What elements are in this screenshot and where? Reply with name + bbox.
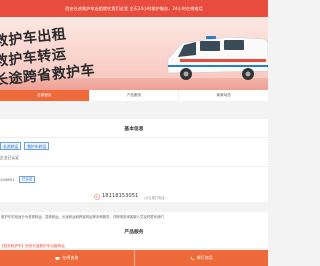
tab-news[interactable]: 商家动态: [178, 90, 268, 101]
store-tabs: 店铺首页 产品服务 商家动态: [0, 90, 268, 101]
phone-icon: [190, 256, 195, 260]
service-tag: 救护车转运: [24, 142, 50, 150]
divider: [0, 137, 268, 138]
hero-banner: 救护车出租 救护车转运 长途跨省救护车: [0, 17, 268, 90]
service-tags: 长途转运 救护车转运: [0, 142, 50, 150]
tab-home[interactable]: 店铺首页: [0, 90, 89, 101]
products-title: 产品服务: [124, 230, 144, 235]
tab-products[interactable]: 产品服务: [88, 90, 179, 101]
certified-text: 企业已认证: [0, 155, 19, 160]
call-button[interactable]: 拨打电话: [133, 250, 269, 266]
divider: [0, 166, 268, 167]
phone-short: 150851: [0, 177, 15, 182]
service-tag: 长途转运: [0, 142, 22, 150]
phone-icon: [94, 194, 100, 200]
notice-text: 西安长途救护车出租就在我们这里 全天24小时救护服务，24小时在线电话: [65, 6, 203, 11]
phone-number[interactable]: 18118153051: [102, 193, 138, 199]
call-label: 拨打电话: [196, 255, 213, 260]
ambulance-image: [167, 36, 268, 80]
chat-icon: [55, 256, 60, 260]
consult-button[interactable]: 在线咨询: [0, 250, 134, 266]
basic-info-title: 基本信息: [124, 127, 144, 132]
consult-label: 在线咨询: [62, 255, 79, 260]
phone-hint: (点击拨打电话): [144, 195, 166, 200]
top-notice-bar: 西安长途救护车出租就在我们这里 全天24小时救护服务，24小时在线电话: [0, 0, 268, 17]
business-description: 救护车的用途分为常规转运、急救转运、长途转运和跨省转运等多种服务，详情请咨询客服…: [0, 212, 268, 222]
product-link[interactable]: 【西安救护车】西安长途救护车出租转运: [0, 244, 65, 249]
bottom-action-bar: 在线咨询 拨打电话: [0, 250, 268, 266]
verify-badge: 已认证: [19, 176, 36, 183]
